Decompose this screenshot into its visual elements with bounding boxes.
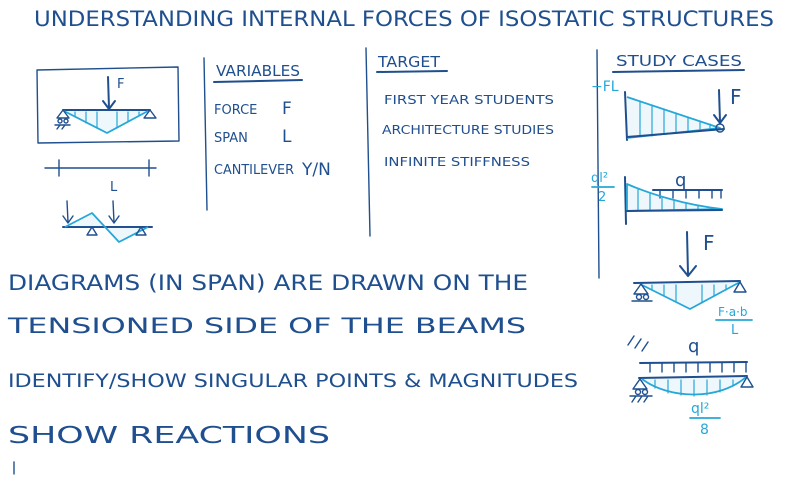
moment-label-fab-num: F·a·b xyxy=(718,305,748,319)
target-item-2: ARCHITECTURE STUDIES xyxy=(382,123,554,137)
load-label-q-simple: q xyxy=(688,336,699,357)
note-line-3: IDENTIFY/SHOW SINGULAR POINTS & MAGNITUD… xyxy=(8,370,578,392)
force-arrow-icon xyxy=(713,89,727,124)
variables-heading: VARIABLES xyxy=(216,62,300,80)
target-item-3: INFINITE STIFFNESS xyxy=(384,155,530,169)
force-label-f-simple: F xyxy=(703,231,715,255)
span-dimension: L xyxy=(44,159,157,195)
column-divider-middle xyxy=(365,47,371,237)
span-label: L xyxy=(110,180,118,195)
variable-value-force: F xyxy=(282,99,292,119)
force-arrow-icon xyxy=(679,231,697,277)
variable-value-span: L xyxy=(282,127,292,147)
load-label-q: q xyxy=(675,170,686,191)
target-heading: TARGET xyxy=(377,53,441,71)
study-case-simply-supported-distributed-load: q ql² 8 xyxy=(627,335,754,438)
page-title: UNDERSTANDING INTERNAL FORCES OF ISOSTAT… xyxy=(34,7,774,31)
moment-label-ql2-over-2-den: 2 xyxy=(598,190,606,205)
note-line-1: DIAGRAMS (IN SPAN) ARE DRAWN ON THE xyxy=(8,271,528,295)
simply-supported-beam-sketch: F xyxy=(54,76,157,134)
variable-name-span: SPAN xyxy=(214,131,248,146)
study-case-cantilever-point-load: −FL F xyxy=(591,79,742,141)
target-item-1: FIRST YEAR STUDENTS xyxy=(384,93,554,107)
moment-label-fab-den: L xyxy=(731,323,739,338)
moment-label-fl: −FL xyxy=(591,79,619,95)
moment-label-ql2-over-8-den: 8 xyxy=(700,422,709,438)
note-line-4: SHOW REACTIONS xyxy=(8,423,330,449)
variable-name-cantilever: CANTILEVER xyxy=(214,163,294,178)
sketch-force-label: F xyxy=(117,77,124,92)
study-cases-heading: STUDY CASES xyxy=(616,52,742,70)
study-case-simply-supported-point-load: F F·a·b L xyxy=(631,231,753,338)
force-arrow-icon xyxy=(107,76,110,109)
moment-label-ql2-over-8-num: ql² xyxy=(691,401,709,417)
variable-value-cantilever: Y/N xyxy=(301,160,331,180)
force-label-f: F xyxy=(730,85,742,109)
column-divider-left xyxy=(203,57,208,211)
moment-label-ql2-over-2-num: ql² xyxy=(591,171,608,186)
study-case-cantilever-distributed-load: ql² 2 q xyxy=(591,170,723,225)
whiteboard-canvas: UNDERSTANDING INTERNAL FORCES OF ISOSTAT… xyxy=(6,7,774,475)
two-load-beam-sketch xyxy=(62,200,153,243)
variable-name-force: FORCE xyxy=(214,103,257,118)
note-line-2: TENSIONED SIDE OF THE BEAMS xyxy=(6,314,526,338)
